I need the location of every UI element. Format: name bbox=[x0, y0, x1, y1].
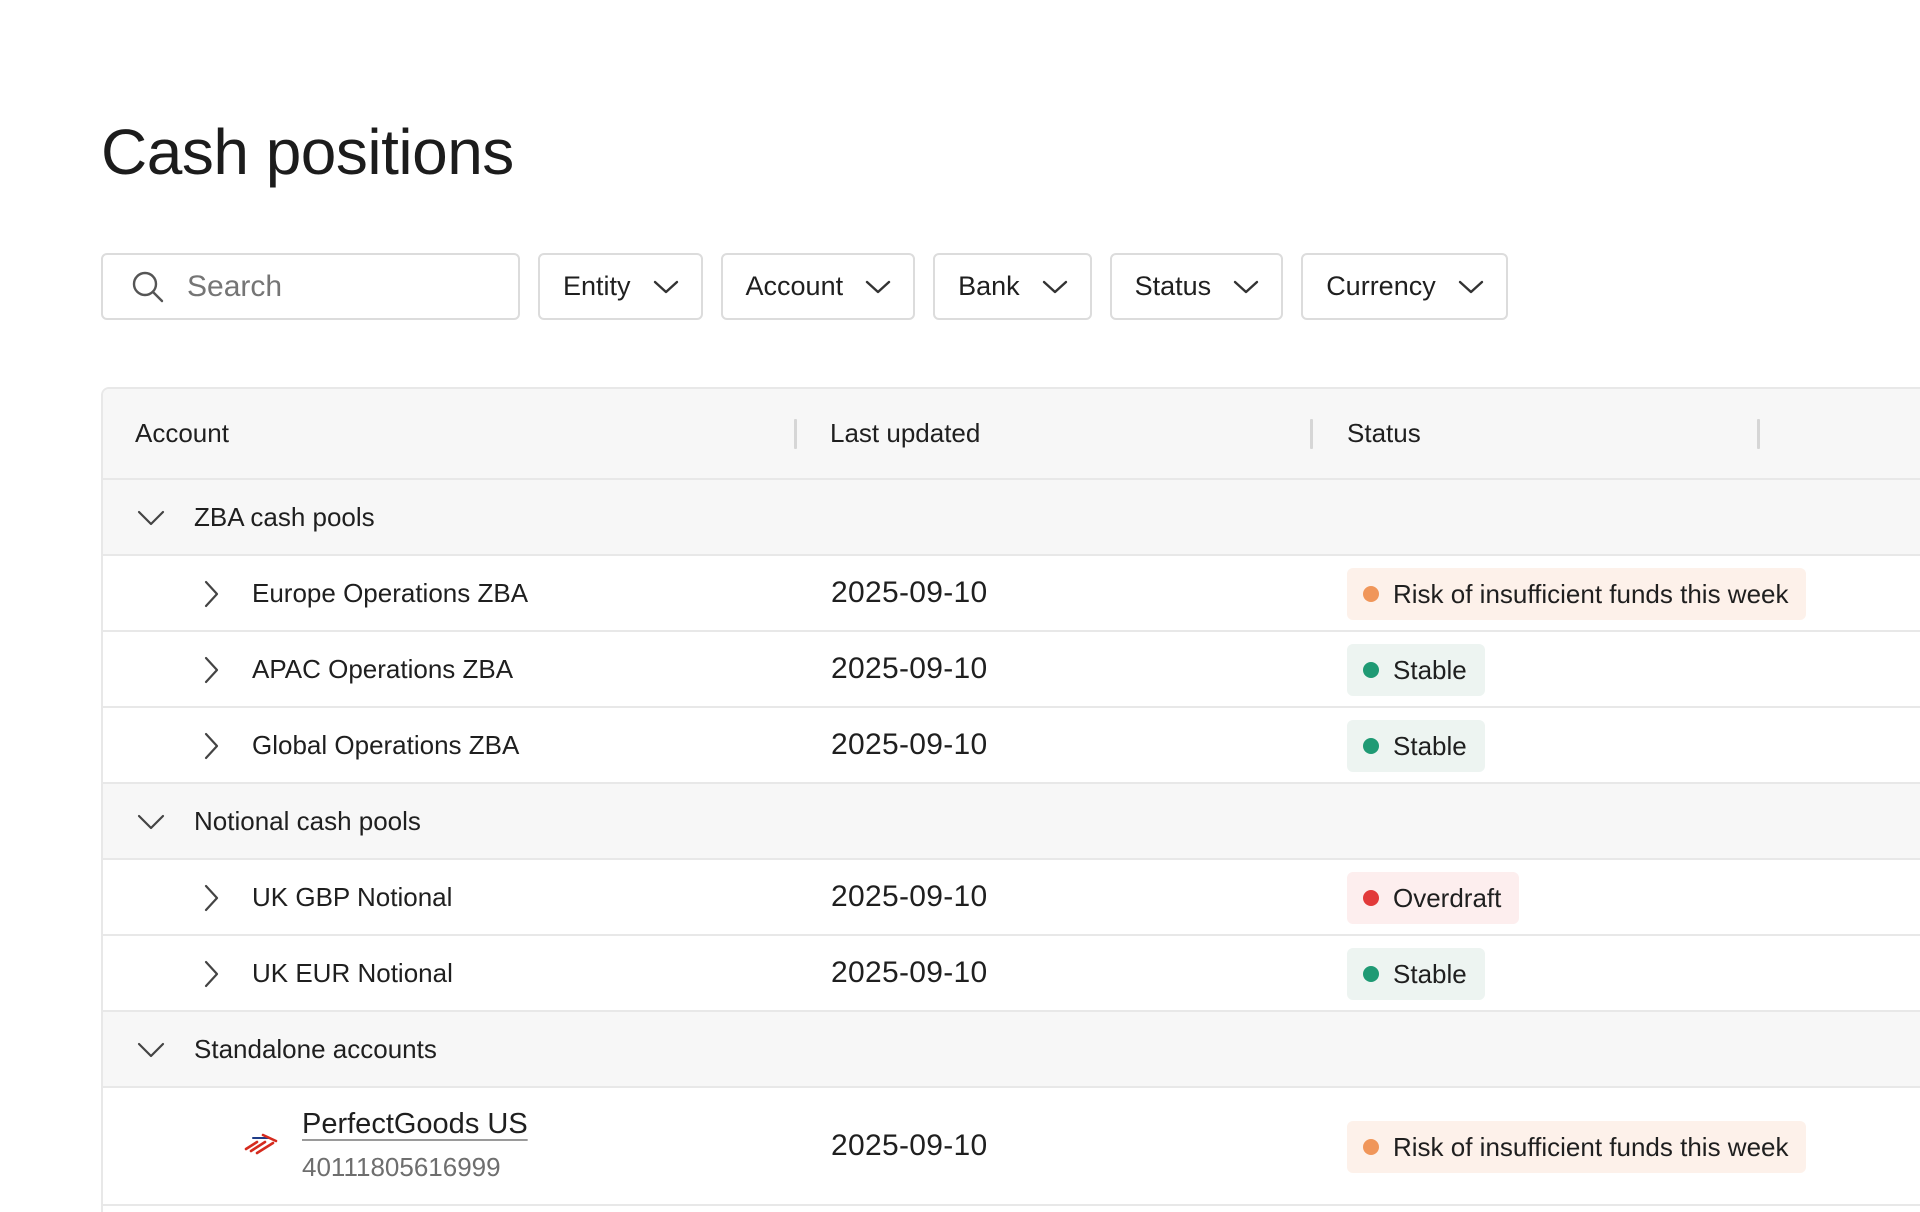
last-updated: 2025-09-10 bbox=[831, 880, 988, 913]
column-resize-handle[interactable] bbox=[794, 419, 797, 449]
chevron-down-icon bbox=[653, 279, 679, 295]
chevron-down-icon bbox=[1042, 279, 1068, 295]
group-row-standalone[interactable]: Standalone accounts bbox=[103, 1012, 1920, 1088]
column-resize-handle[interactable] bbox=[1310, 419, 1313, 449]
group-label: Notional cash pools bbox=[194, 806, 421, 836]
status-badge: Risk of insufficient funds this week bbox=[1347, 568, 1807, 620]
status-dot-icon bbox=[1363, 890, 1379, 906]
account-number: 40111805616999 bbox=[302, 1152, 501, 1182]
status-text: Risk of insufficient funds this week bbox=[1393, 578, 1789, 609]
status-dot-icon bbox=[1363, 1139, 1379, 1155]
status-badge: Stable bbox=[1347, 720, 1485, 772]
table-row[interactable]: Europe Operations ZBA 2025-09-10 Risk of… bbox=[103, 556, 1920, 632]
bank-filter-button[interactable]: Bank bbox=[933, 253, 1092, 320]
account-link[interactable]: PerfectGoods US bbox=[302, 1106, 528, 1142]
chevron-down-icon[interactable] bbox=[137, 509, 165, 527]
group-row-zba[interactable]: ZBA cash pools bbox=[103, 480, 1920, 556]
bank-filter-label: Bank bbox=[958, 271, 1020, 301]
account-name: APAC Operations ZBA bbox=[252, 654, 514, 684]
table-row[interactable]: PerfectGoods US 40111805616999 2025-09-1… bbox=[103, 1088, 1920, 1206]
status-text: Risk of insufficient funds this week bbox=[1393, 1131, 1789, 1162]
account-filter-button[interactable]: Account bbox=[720, 253, 916, 320]
column-header-account[interactable]: Account bbox=[135, 389, 229, 478]
chevron-right-icon[interactable] bbox=[203, 580, 219, 608]
column-header-last-updated[interactable]: Last updated bbox=[830, 389, 980, 478]
status-dot-icon bbox=[1363, 662, 1379, 678]
account-name: UK GBP Notional bbox=[252, 882, 453, 912]
status-dot-icon bbox=[1363, 586, 1379, 602]
last-updated: 2025-09-10 bbox=[831, 652, 988, 685]
account-name: Global Operations ZBA bbox=[252, 730, 520, 760]
last-updated: 2025-09-10 bbox=[831, 956, 988, 989]
chevron-down-icon bbox=[865, 279, 891, 295]
chevron-down-icon[interactable] bbox=[137, 813, 165, 831]
group-label: ZBA cash pools bbox=[194, 502, 375, 532]
account-name: UK EUR Notional bbox=[252, 958, 453, 988]
table-row[interactable]: APAC Operations ZBA 2025-09-10 Stable bbox=[103, 632, 1920, 708]
chevron-down-icon[interactable] bbox=[137, 1041, 165, 1059]
status-text: Stable bbox=[1393, 654, 1467, 685]
account-filter-label: Account bbox=[745, 271, 844, 301]
status-badge: Risk of insufficient funds this week bbox=[1347, 1121, 1807, 1173]
entity-filter-label: Entity bbox=[563, 271, 631, 301]
table-row[interactable]: UK EUR Notional 2025-09-10 Stable bbox=[103, 936, 1920, 1012]
group-row-notional[interactable]: Notional cash pools bbox=[103, 784, 1920, 860]
table-row[interactable]: UK GBP Notional 2025-09-10 Overdraft bbox=[103, 860, 1920, 936]
status-filter-button[interactable]: Status bbox=[1109, 253, 1284, 320]
last-updated: 2025-09-10 bbox=[831, 728, 988, 761]
last-updated: 2025-09-10 bbox=[831, 1129, 988, 1162]
status-text: Stable bbox=[1393, 730, 1467, 761]
chevron-right-icon[interactable] bbox=[203, 732, 219, 760]
chevron-down-icon bbox=[1458, 279, 1484, 295]
table-header: Account Last updated Status bbox=[103, 389, 1920, 480]
status-dot-icon bbox=[1363, 738, 1379, 754]
cash-positions-table: Account Last updated Status ZBA cash poo… bbox=[101, 387, 1920, 1212]
group-label: Standalone accounts bbox=[194, 1034, 437, 1064]
column-resize-handle[interactable] bbox=[1757, 419, 1760, 449]
status-badge: Stable bbox=[1347, 644, 1485, 696]
status-filter-label: Status bbox=[1134, 271, 1212, 301]
search-input[interactable] bbox=[187, 269, 487, 304]
status-text: Stable bbox=[1393, 958, 1467, 989]
chevron-right-icon[interactable] bbox=[203, 884, 219, 912]
chevron-right-icon[interactable] bbox=[203, 656, 219, 684]
filter-bar: Entity Account Bank Status Currency bbox=[101, 253, 1508, 320]
search-box[interactable] bbox=[101, 253, 520, 320]
chevron-right-icon[interactable] bbox=[203, 960, 219, 988]
chevron-down-icon bbox=[1233, 279, 1259, 295]
column-header-status[interactable]: Status bbox=[1347, 389, 1421, 478]
entity-filter-button[interactable]: Entity bbox=[538, 253, 703, 320]
currency-filter-button[interactable]: Currency bbox=[1301, 253, 1508, 320]
page-title: Cash positions bbox=[101, 116, 514, 188]
bank-logo-icon bbox=[243, 1132, 279, 1156]
currency-filter-label: Currency bbox=[1326, 271, 1436, 301]
table-row[interactable]: Global Operations ZBA 2025-09-10 Stable bbox=[103, 708, 1920, 784]
status-badge: Stable bbox=[1347, 948, 1485, 1000]
status-badge: Overdraft bbox=[1347, 872, 1520, 924]
account-name: Europe Operations ZBA bbox=[252, 578, 529, 608]
status-dot-icon bbox=[1363, 966, 1379, 982]
last-updated: 2025-09-10 bbox=[831, 576, 988, 609]
status-text: Overdraft bbox=[1393, 882, 1502, 913]
page: Cash positions Entity Account Bank Statu… bbox=[0, 0, 1920, 1212]
search-icon bbox=[131, 270, 165, 304]
